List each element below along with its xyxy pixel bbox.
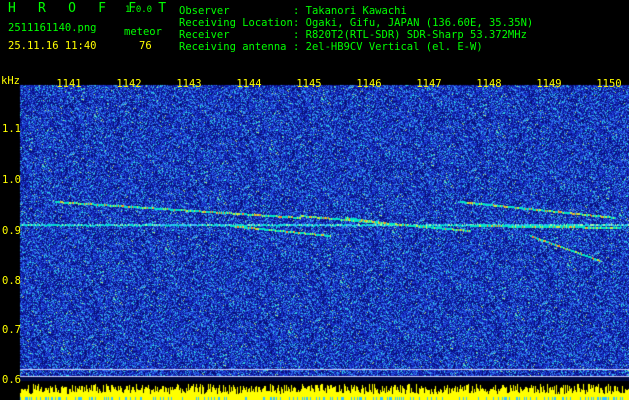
x-tick-label: 1147 — [416, 78, 442, 90]
info-label-antenna: Receiving antenna — [179, 41, 287, 53]
meteor-count-value: 76 — [139, 40, 152, 52]
x-tick-label: 1144 — [236, 78, 262, 90]
info-value-antenna: : 2el-HB9CV Vertical (el. E-W) — [293, 41, 483, 53]
file-datetime: 25.11.16 11:40 — [8, 40, 97, 52]
x-tick-label: 1150 — [596, 78, 622, 90]
x-tick-label: 1142 — [116, 78, 142, 90]
y-tick-label: 1.0 — [2, 174, 21, 186]
app-version: 1.0.0 — [125, 5, 153, 15]
x-tick-label: 1141 — [56, 78, 82, 90]
y-tick-label: 0.9 — [2, 225, 21, 237]
x-tick-label: 1146 — [356, 78, 382, 90]
spectrogram-waterfall — [0, 75, 629, 400]
y-tick-label: 0.8 — [2, 275, 21, 287]
x-tick-label: 1149 — [536, 78, 562, 90]
x-tick-label: 1143 — [176, 78, 202, 90]
y-tick-label: 0.6 — [2, 374, 21, 386]
y-axis-unit-label: kHz — [1, 75, 20, 87]
x-tick-label: 1145 — [296, 78, 322, 90]
y-tick-label: 0.7 — [2, 324, 21, 336]
x-tick-label: 1148 — [476, 78, 502, 90]
meteor-count-label: meteor — [124, 26, 162, 38]
y-tick-label: 1.1 — [2, 123, 21, 135]
file-name: 2511161140.png — [8, 22, 97, 34]
